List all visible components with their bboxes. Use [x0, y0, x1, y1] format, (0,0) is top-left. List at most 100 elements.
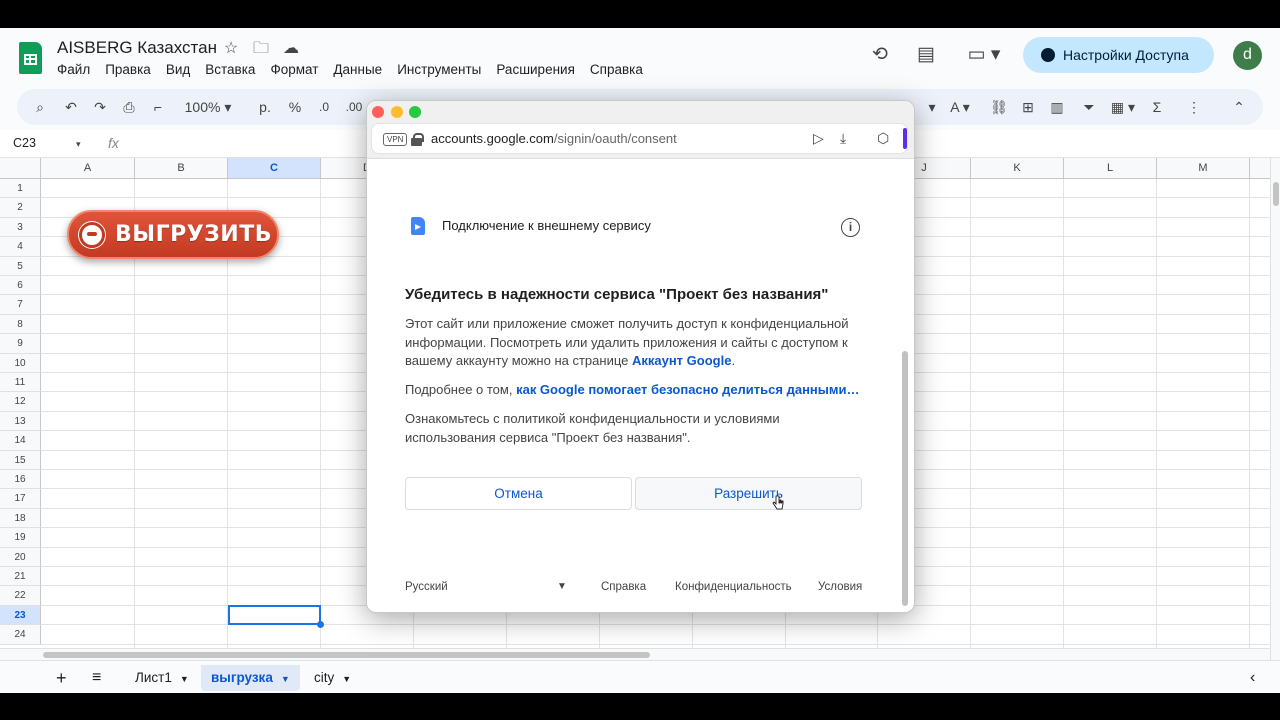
name-box[interactable]: C23 ▾	[13, 136, 80, 150]
undo-icon[interactable]: ↶	[62, 97, 80, 117]
functions-icon[interactable]: Σ	[1147, 97, 1167, 117]
export-button[interactable]: ВЫГРУЗИТЬ	[67, 210, 279, 259]
row-header[interactable]: 10	[0, 353, 41, 373]
search-icon[interactable]: ⌕	[31, 97, 49, 117]
row-header[interactable]: 21	[0, 567, 41, 587]
row-header[interactable]: 11	[0, 373, 41, 393]
vpn-badge[interactable]: VPN	[383, 133, 408, 146]
column-header[interactable]	[1250, 158, 1270, 179]
more-icon[interactable]: ⋮	[1184, 97, 1204, 117]
row-header[interactable]: 24	[0, 625, 41, 645]
menu-tools[interactable]: Инструменты	[397, 62, 481, 77]
popup-scrollbar[interactable]	[902, 351, 908, 606]
row-header[interactable]: 4	[0, 237, 41, 257]
add-sheet-icon[interactable]: +	[46, 665, 77, 691]
maximize-window-button[interactable]	[409, 106, 421, 118]
send-icon[interactable]: ▷	[813, 130, 824, 147]
row-header[interactable]: 16	[0, 470, 41, 490]
star-icon[interactable]: ☆	[221, 39, 241, 59]
avatar[interactable]: d	[1233, 41, 1262, 70]
chart-icon[interactable]: ▥	[1047, 97, 1067, 117]
allow-button[interactable]: Разрешить	[635, 477, 862, 510]
comments-icon[interactable]: ▤	[913, 42, 939, 68]
column-header[interactable]: M	[1157, 158, 1250, 179]
extension-cube-icon[interactable]: ⬡	[877, 130, 889, 147]
column-header[interactable]: A	[41, 158, 135, 179]
row-header[interactable]: 7	[0, 295, 41, 315]
all-sheets-icon[interactable]: ≡	[82, 665, 111, 691]
row-header[interactable]: 12	[0, 392, 41, 412]
url-text[interactable]: accounts.google.com/signin/oauth/consent	[431, 131, 677, 146]
tab-city[interactable]: city ▼	[304, 665, 361, 691]
footer-help-link[interactable]: Справка	[601, 581, 646, 593]
row-header[interactable]: 5	[0, 256, 41, 276]
row-header[interactable]: 6	[0, 276, 41, 296]
corner-cell[interactable]	[0, 158, 41, 179]
account-google-link[interactable]: Аккаунт Google	[632, 353, 731, 368]
info-icon[interactable]: i	[841, 218, 860, 237]
zoom-select[interactable]: 100% ▾	[177, 97, 239, 117]
paint-format-icon[interactable]: ⌐	[149, 97, 167, 117]
filter-views-icon[interactable]: ▦ ▾	[1107, 97, 1139, 117]
redo-icon[interactable]: ↷	[91, 97, 109, 117]
footer-privacy-link[interactable]: Конфиденциальность	[675, 581, 792, 593]
row-header[interactable]: 8	[0, 314, 41, 335]
row-header[interactable]: 23	[0, 605, 41, 626]
lock-icon[interactable]	[411, 133, 424, 146]
row-header[interactable]: 3	[0, 217, 41, 238]
footer-terms-link[interactable]: Условия	[818, 581, 862, 593]
address-bar[interactable]: VPN accounts.google.com/signin/oauth/con…	[371, 123, 908, 154]
increase-decimal-button[interactable]: .00	[342, 97, 366, 117]
menu-data[interactable]: Данные	[333, 62, 382, 77]
text-color-icon[interactable]: A ▾	[945, 97, 975, 117]
row-header[interactable]: 13	[0, 411, 41, 432]
menu-edit[interactable]: Правка	[105, 62, 151, 77]
column-header[interactable]: C	[228, 158, 321, 179]
selected-cell[interactable]	[228, 605, 324, 628]
horizontal-scrollbar[interactable]	[0, 648, 1270, 660]
row-header[interactable]: 22	[0, 586, 41, 606]
cloud-status-icon[interactable]: ☁	[281, 39, 301, 59]
collapse-toolbar-icon[interactable]: ⌃	[1229, 97, 1249, 117]
link-icon[interactable]: ⛓	[989, 97, 1009, 117]
language-select[interactable]: Русский	[405, 581, 448, 593]
currency-button[interactable]: р.	[255, 97, 275, 117]
column-header[interactable]: K	[971, 158, 1064, 179]
tab-vygruzka[interactable]: выгрузка ▼	[201, 665, 300, 691]
row-header[interactable]: 1	[0, 179, 41, 199]
halign-icon[interactable]: ▾	[922, 97, 942, 117]
print-icon[interactable]: ⎙	[120, 97, 138, 117]
tab-list1[interactable]: Лист1 ▼	[125, 665, 199, 691]
minimize-window-button[interactable]	[391, 106, 403, 118]
row-header[interactable]: 17	[0, 489, 41, 509]
menu-view[interactable]: Вид	[166, 62, 190, 77]
menu-extensions[interactable]: Расширения	[496, 62, 575, 77]
share-button[interactable]: Настройки Доступа	[1023, 37, 1214, 73]
row-header[interactable]: 9	[0, 334, 41, 354]
vertical-scrollbar[interactable]	[1270, 158, 1280, 678]
meet-video-icon[interactable]: ▭ ▾	[962, 42, 1006, 68]
row-header[interactable]: 18	[0, 508, 41, 529]
column-header[interactable]: L	[1064, 158, 1157, 179]
row-header[interactable]: 20	[0, 547, 41, 567]
menu-insert[interactable]: Вставка	[205, 62, 255, 77]
collapse-sidebar-icon[interactable]: ‹	[1240, 665, 1265, 691]
row-header[interactable]: 19	[0, 528, 41, 548]
sheets-logo-icon[interactable]	[19, 42, 42, 74]
row-header[interactable]: 2	[0, 198, 41, 218]
comment-icon[interactable]: ⊞	[1018, 97, 1038, 117]
chevron-down-icon[interactable]: ▼	[557, 581, 567, 592]
menu-help[interactable]: Справка	[590, 62, 643, 77]
percent-button[interactable]: %	[285, 97, 305, 117]
history-icon[interactable]: ⟲	[867, 42, 893, 68]
column-header[interactable]: B	[135, 158, 228, 179]
decrease-decimal-button[interactable]: .0	[313, 97, 335, 117]
row-header[interactable]: 14	[0, 431, 41, 451]
row-header[interactable]: 15	[0, 450, 41, 470]
menu-format[interactable]: Формат	[270, 62, 318, 77]
move-folder-icon[interactable]: 🗀	[251, 39, 271, 59]
download-icon[interactable]: ⤓	[840, 130, 846, 147]
learn-more-link[interactable]: как Google помогает безопасно делиться д…	[516, 382, 859, 397]
close-window-button[interactable]	[372, 106, 384, 118]
filter-icon[interactable]: ⏷	[1079, 97, 1099, 117]
